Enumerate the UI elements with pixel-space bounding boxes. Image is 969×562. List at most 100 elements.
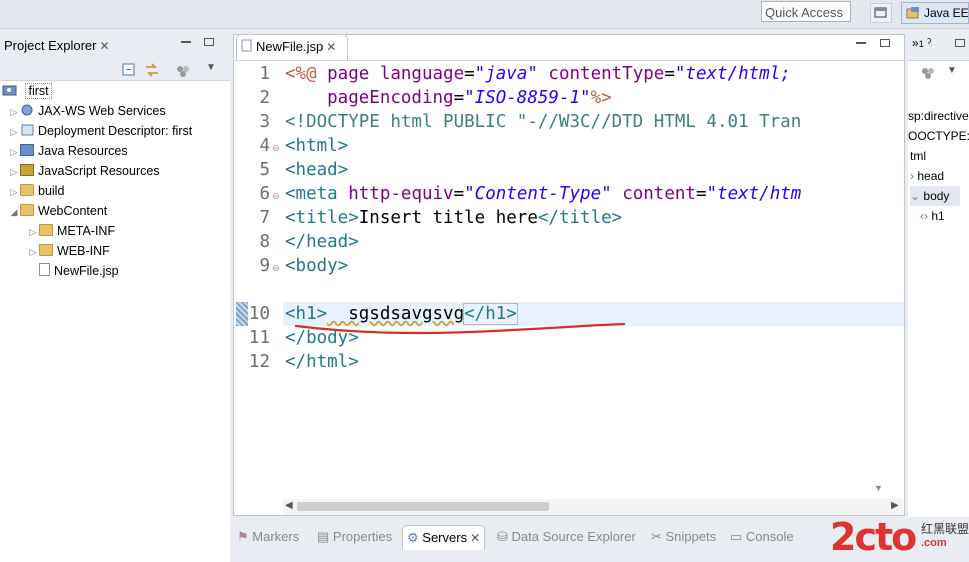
maximize-icon[interactable] [880, 39, 890, 47]
outline-item[interactable]: OOCTYPE:h [908, 126, 969, 146]
code-area[interactable]: 1 2 3 4 5 6 7 8 9 10 11 12 ⊖ ⊖ ⊖ <%@ pag… [234, 60, 904, 501]
scroll-left-icon[interactable]: ◀ [285, 500, 293, 511]
line-number: 6 [259, 184, 270, 204]
element-icon: ‹› [920, 209, 928, 223]
line-number: 1 [259, 64, 270, 84]
tab-label: Console [745, 529, 794, 544]
open-perspective-icon [874, 7, 887, 18]
filter-icon[interactable] [175, 64, 191, 78]
folder-icon [20, 184, 34, 196]
expand-icon[interactable]: ▷ [8, 162, 20, 182]
webservice-icon [21, 104, 33, 116]
tab-outline[interactable]: »1 ˀ [912, 36, 931, 50]
project-explorer-panel: Project Explorer ✕ ▼ first ▷ JAX-WS Web Se… [0, 34, 230, 562]
tree-item-build[interactable]: ▷ build [8, 181, 64, 201]
fold-icon[interactable]: ⊖ [272, 263, 280, 274]
minimize-icon[interactable] [181, 41, 191, 43]
perspective-label: Java EE [924, 6, 969, 20]
outline-label: body [923, 189, 950, 203]
snippets-icon: ✂ [651, 529, 666, 544]
tab-snippets[interactable]: ✂ Snippets [651, 525, 716, 549]
view-menu-icon[interactable]: ▼ [206, 62, 216, 73]
tab-count: 1 [918, 39, 924, 49]
tab-label: NewFile.jsp [256, 39, 324, 54]
tree-item-newfile-jsp[interactable]: NewFile.jsp [39, 261, 119, 281]
editor-panel: NewFile.jsp ✕ 1 2 3 4 5 6 7 8 9 10 11 12 … [233, 34, 905, 516]
line-number: 10 [248, 304, 270, 324]
outline-item-head[interactable]: › head [910, 166, 944, 186]
open-perspective-button[interactable] [870, 3, 892, 23]
outline-item-body[interactable]: ⌄ body [910, 186, 960, 206]
tab-markers[interactable]: ⚑ Markers [237, 525, 299, 549]
minimize-icon[interactable] [856, 42, 866, 44]
fold-icon[interactable]: ⊖ [272, 143, 280, 154]
close-icon[interactable]: ✕ [326, 40, 336, 54]
code-line-8: </head> [285, 232, 359, 252]
maximize-icon[interactable] [955, 39, 965, 47]
tree-item-label: Deployment Descriptor: first [38, 124, 193, 138]
tree-item-java-resources[interactable]: ▷ Java Resources [8, 141, 128, 161]
line-number: 2 [259, 88, 270, 108]
quick-access-input[interactable]: Quick Access [761, 1, 851, 22]
collapse-all-icon[interactable] [122, 63, 136, 77]
expand-icon[interactable]: ▷ [27, 222, 39, 242]
tab-data-source-explorer[interactable]: ⛁ Data Source Explorer [497, 525, 636, 549]
view-menu-icon[interactable]: ▼ [947, 65, 957, 76]
outline-item[interactable]: tml [910, 146, 926, 166]
expand-icon[interactable]: ▷ [27, 242, 39, 262]
tab-servers[interactable]: ⚙ Servers ✕ [402, 525, 486, 550]
filter-icon[interactable] [920, 66, 936, 80]
code-line-9: <body> [285, 256, 349, 276]
close-icon[interactable]: ✕ [470, 531, 480, 545]
maximize-icon[interactable] [204, 38, 214, 46]
horizontal-scrollbar[interactable]: ◀ ▶ [283, 499, 903, 515]
tree-item-javascript-resources[interactable]: ▷ JavaScript Resources [8, 161, 160, 181]
watermark-text: 红黑联盟 [921, 522, 969, 536]
tab-project-explorer[interactable]: Project Explorer ✕ [0, 34, 120, 60]
outline-label: head [917, 169, 945, 183]
expand-icon[interactable]: ▷ [8, 142, 20, 162]
tree-item-jax-ws[interactable]: ▷ JAX-WS Web Services [8, 101, 166, 121]
tree-item-first[interactable]: first [2, 81, 52, 101]
code-line-12: </html> [285, 352, 359, 372]
outline-label: h1 [931, 209, 945, 223]
tab-label: Snippets [665, 529, 717, 544]
tab-properties[interactable]: ▤ Properties [317, 525, 392, 549]
code-line-5: <head> [285, 160, 349, 180]
line-number: 5 [259, 160, 270, 180]
expand-icon[interactable]: ▷ [8, 122, 20, 142]
tree-item-deployment-descriptor[interactable]: ▷ Deployment Descriptor: first [8, 121, 193, 142]
bottom-panel-tabs: ⚑ Markers ▤ Properties ⚙ Servers ✕ ⛁ Data… [233, 520, 905, 561]
line-number: 7 [259, 208, 270, 228]
close-icon[interactable]: ✕ [99, 39, 109, 53]
code-line-1: <%@ page language="java" contentType="te… [285, 64, 791, 84]
outline-item-h1[interactable]: ‹› h1 [920, 206, 945, 226]
code-line-4: <html> [285, 136, 349, 156]
expand-icon[interactable]: ▷ [8, 182, 20, 202]
scrollbar-thumb[interactable] [297, 502, 549, 511]
tree-item-web-inf[interactable]: ▷ WEB-INF [27, 241, 110, 261]
tab-newfile-jsp[interactable]: NewFile.jsp ✕ [236, 34, 348, 60]
expand-icon[interactable]: ▷ [8, 102, 20, 122]
tab-console[interactable]: ▭ Console [730, 525, 794, 549]
tree-item-label: first [25, 83, 52, 99]
fold-icon[interactable]: ⊖ [272, 191, 280, 202]
tree-item-webcontent[interactable]: ◢ WebContent [8, 201, 107, 221]
scroll-down-icon[interactable]: ▼ [874, 483, 883, 493]
collapse-icon[interactable]: ◢ [8, 202, 20, 222]
jsp-file-icon [39, 263, 50, 276]
tree-item-label: Java Resources [38, 144, 128, 158]
properties-icon: ▤ [317, 529, 333, 544]
tree-item-meta-inf[interactable]: ▷ META-INF [27, 221, 115, 241]
javascript-resources-icon [20, 164, 34, 176]
tree-item-label: WebContent [38, 204, 108, 218]
outline-item[interactable]: sp:directive [908, 106, 969, 126]
folder-open-icon [20, 204, 34, 216]
jsp-file-icon [241, 39, 252, 52]
link-with-editor-icon[interactable] [144, 62, 160, 78]
servers-icon: ⚙ [407, 530, 423, 545]
deployment-descriptor-icon [21, 124, 34, 136]
java-resources-icon [20, 144, 34, 156]
java-ee-perspective-button[interactable]: Java EE [901, 2, 969, 24]
scroll-right-icon[interactable]: ▶ [891, 500, 899, 511]
